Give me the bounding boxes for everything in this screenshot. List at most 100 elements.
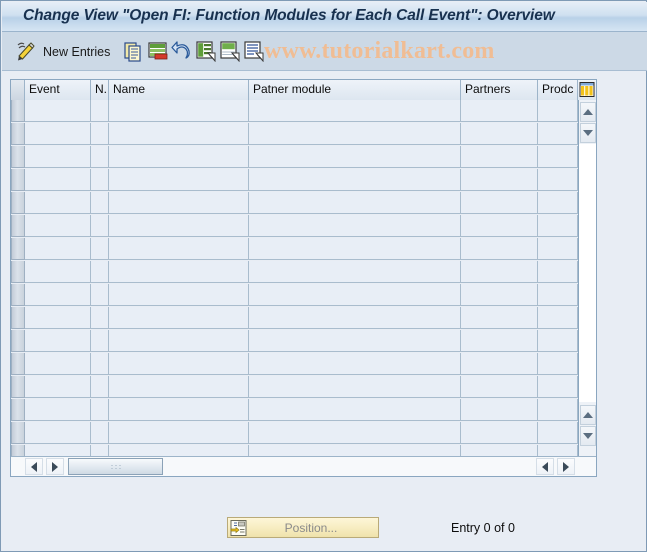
table-cell-name[interactable] <box>109 399 249 421</box>
deselect-all-icon[interactable] <box>219 40 241 63</box>
row-selector[interactable] <box>11 100 25 122</box>
table-cell-n[interactable] <box>91 330 109 352</box>
table-cell-n[interactable] <box>91 284 109 306</box>
table-cell-name[interactable] <box>109 284 249 306</box>
table-cell-product[interactable] <box>538 100 578 122</box>
table-row[interactable] <box>11 376 578 399</box>
table-row[interactable] <box>11 169 578 192</box>
row-selector[interactable] <box>11 146 25 168</box>
table-cell-event[interactable] <box>25 192 91 214</box>
table-cell-name[interactable] <box>109 353 249 375</box>
table-cell-partners[interactable] <box>461 330 538 352</box>
table-cell-n[interactable] <box>91 238 109 260</box>
scroll-page-left-icon[interactable] <box>46 458 64 475</box>
table-cell-product[interactable] <box>538 376 578 398</box>
table-cell-partners[interactable] <box>461 353 538 375</box>
table-row[interactable] <box>11 238 578 261</box>
table-row[interactable] <box>11 422 578 445</box>
table-cell-name[interactable] <box>109 307 249 329</box>
table-cell-partner_module[interactable] <box>249 307 461 329</box>
table-cell-event[interactable] <box>25 123 91 145</box>
table-cell-n[interactable] <box>91 261 109 283</box>
grid-header-name[interactable]: Name <box>109 80 249 100</box>
table-cell-partner_module[interactable] <box>249 399 461 421</box>
table-cell-partners[interactable] <box>461 307 538 329</box>
table-cell-name[interactable] <box>109 169 249 191</box>
table-cell-product[interactable] <box>538 353 578 375</box>
table-row[interactable] <box>11 284 578 307</box>
table-cell-n[interactable] <box>91 146 109 168</box>
grid-header-partners[interactable]: Partners <box>461 80 538 100</box>
column-settings-icon[interactable] <box>577 80 596 100</box>
scroll-page-up-icon[interactable] <box>580 123 596 143</box>
row-selector[interactable] <box>11 399 25 421</box>
table-cell-name[interactable] <box>109 215 249 237</box>
table-cell-name[interactable] <box>109 100 249 122</box>
table-cell-event[interactable] <box>25 284 91 306</box>
scroll-right-icon[interactable] <box>557 458 575 475</box>
table-cell-product[interactable] <box>538 422 578 444</box>
scroll-page-down-icon[interactable] <box>580 405 596 425</box>
table-cell-product[interactable] <box>538 238 578 260</box>
table-row[interactable] <box>11 330 578 353</box>
grid-header-select-all[interactable] <box>11 80 25 100</box>
table-cell-name[interactable] <box>109 261 249 283</box>
table-cell-n[interactable] <box>91 192 109 214</box>
table-cell-name[interactable] <box>109 376 249 398</box>
grid-header-event[interactable]: Event <box>25 80 91 100</box>
scroll-left-icon[interactable] <box>25 458 43 475</box>
horizontal-scrollbar-thumb[interactable] <box>68 458 163 475</box>
table-row[interactable] <box>11 261 578 284</box>
table-cell-partner_module[interactable] <box>249 146 461 168</box>
row-selector[interactable] <box>11 215 25 237</box>
table-cell-event[interactable] <box>25 215 91 237</box>
delete-row-icon[interactable] <box>147 40 169 62</box>
table-cell-partners[interactable] <box>461 376 538 398</box>
table-cell-partners[interactable] <box>461 192 538 214</box>
horizontal-scrollbar[interactable] <box>11 456 596 476</box>
undo-icon[interactable] <box>171 40 193 62</box>
table-cell-partners[interactable] <box>461 100 538 122</box>
table-cell-partners[interactable] <box>461 238 538 260</box>
table-cell-product[interactable] <box>538 215 578 237</box>
table-row[interactable] <box>11 192 578 215</box>
table-row[interactable] <box>11 215 578 238</box>
table-cell-n[interactable] <box>91 422 109 444</box>
table-cell-partners[interactable] <box>461 123 538 145</box>
table-cell-partner_module[interactable] <box>249 284 461 306</box>
row-selector[interactable] <box>11 169 25 191</box>
table-cell-name[interactable] <box>109 123 249 145</box>
table-cell-partners[interactable] <box>461 399 538 421</box>
select-all-icon[interactable] <box>195 40 217 63</box>
scroll-up-icon[interactable] <box>580 102 596 122</box>
table-cell-partners[interactable] <box>461 422 538 444</box>
table-cell-n[interactable] <box>91 307 109 329</box>
vertical-scrollbar[interactable] <box>578 100 596 458</box>
table-cell-event[interactable] <box>25 169 91 191</box>
table-cell-name[interactable] <box>109 146 249 168</box>
table-cell-event[interactable] <box>25 399 91 421</box>
table-cell-partner_module[interactable] <box>249 123 461 145</box>
table-cell-n[interactable] <box>91 353 109 375</box>
table-cell-product[interactable] <box>538 169 578 191</box>
table-cell-event[interactable] <box>25 330 91 352</box>
row-selector[interactable] <box>11 330 25 352</box>
table-cell-name[interactable] <box>109 192 249 214</box>
table-cell-product[interactable] <box>538 123 578 145</box>
table-cell-event[interactable] <box>25 376 91 398</box>
table-cell-n[interactable] <box>91 215 109 237</box>
table-row[interactable] <box>11 353 578 376</box>
table-cell-product[interactable] <box>538 330 578 352</box>
table-cell-n[interactable] <box>91 123 109 145</box>
table-cell-partner_module[interactable] <box>249 215 461 237</box>
row-selector[interactable] <box>11 123 25 145</box>
table-cell-partner_module[interactable] <box>249 100 461 122</box>
table-cell-product[interactable] <box>538 307 578 329</box>
table-cell-partner_module[interactable] <box>249 261 461 283</box>
table-cell-n[interactable] <box>91 376 109 398</box>
table-cell-n[interactable] <box>91 399 109 421</box>
table-row[interactable] <box>11 307 578 330</box>
table-cell-event[interactable] <box>25 422 91 444</box>
table-row[interactable] <box>11 123 578 146</box>
table-cell-event[interactable] <box>25 307 91 329</box>
